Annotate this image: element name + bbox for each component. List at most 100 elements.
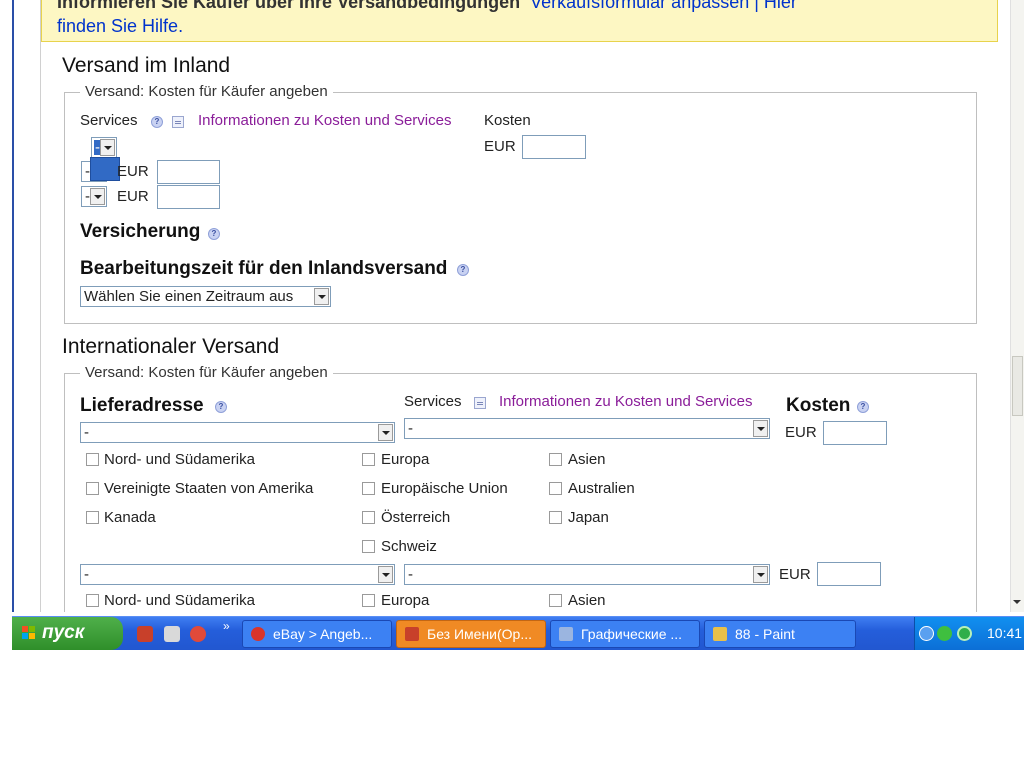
region-checkbox[interactable] xyxy=(549,511,562,524)
international-cost-input-2[interactable] xyxy=(817,562,881,586)
region-label: Nord- und Südamerika xyxy=(104,592,255,609)
task-paint[interactable]: 88 - Paint xyxy=(704,620,856,648)
insurance-label: Versicherung xyxy=(80,221,201,242)
select-value: - xyxy=(84,424,89,441)
vertical-scrollbar[interactable] xyxy=(1010,0,1024,612)
select-value: Wählen Sie einen Zeitraum aus xyxy=(84,288,294,305)
international-heading: Internationaler Versand xyxy=(62,335,280,358)
banner-link-help[interactable]: finden Sie Hilfe. xyxy=(57,16,183,37)
task-label: eBay > Angeb... xyxy=(273,626,373,642)
task-label: 88 - Paint xyxy=(735,626,795,642)
address-select[interactable]: - xyxy=(80,422,395,443)
international-legend: Versand: Kosten für Käufer angeben xyxy=(80,364,333,381)
domestic-row2-currency: EUR xyxy=(117,188,149,205)
quicklaunch-more-icon[interactable]: » xyxy=(223,619,230,633)
domestic-row2-cost-input[interactable] xyxy=(157,185,220,209)
chevron-down-icon xyxy=(314,288,329,305)
chevron-down-icon xyxy=(753,420,768,437)
region-checkbox[interactable] xyxy=(86,594,99,607)
start-button[interactable]: пуск xyxy=(12,617,123,650)
tray-expand-icon[interactable] xyxy=(919,626,934,641)
region-label: Österreich xyxy=(381,509,451,526)
region-label: Schweiz xyxy=(381,538,437,555)
domestic-services-label: Services xyxy=(80,112,138,129)
domestic-heading: Versand im Inland xyxy=(62,54,231,77)
help-icon[interactable]: ? xyxy=(857,401,869,413)
tray-network-icon[interactable] xyxy=(957,626,972,641)
region-checkbox[interactable] xyxy=(86,482,99,495)
region-checkbox[interactable] xyxy=(362,482,375,495)
international-service-select[interactable]: - xyxy=(404,418,770,439)
banner-text: Informieren Sie Käufer über Ihre Versand… xyxy=(57,0,521,12)
clock: 10:41 xyxy=(987,625,1023,641)
help-icon[interactable]: ? xyxy=(215,401,227,413)
international-cost-input[interactable] xyxy=(823,421,887,445)
region-checkbox[interactable] xyxy=(362,511,375,524)
task-label: Без Имени(Ор... xyxy=(427,626,533,642)
region-checkbox[interactable] xyxy=(549,594,562,607)
system-tray: 10:41 xyxy=(914,617,1024,650)
opera-icon xyxy=(251,627,265,641)
region-checkbox[interactable] xyxy=(362,540,375,553)
windows-logo-icon xyxy=(22,626,36,640)
info-icon[interactable] xyxy=(474,397,486,409)
info-banner: Informieren Sie Käufer über Ihre Versand… xyxy=(41,0,998,42)
start-label: пуск xyxy=(42,622,85,643)
region-label: Europa xyxy=(381,451,430,468)
domestic-currency-label: EUR xyxy=(484,138,516,155)
address-label: Lieferadresse xyxy=(80,395,204,416)
handling-time-select[interactable]: Wählen Sie einen Zeitraum aus xyxy=(80,286,331,307)
region-label: Japan xyxy=(568,509,609,526)
help-icon[interactable]: ? xyxy=(457,264,469,276)
region-checkbox[interactable] xyxy=(549,453,562,466)
folder-icon xyxy=(559,627,573,641)
help-icon[interactable]: ? xyxy=(208,228,220,240)
region-checkbox[interactable] xyxy=(362,594,375,607)
dropdown-highlight xyxy=(90,157,120,181)
domestic-info-link[interactable]: Informationen zu Kosten und Services xyxy=(198,112,451,129)
chevron-down-icon xyxy=(378,566,393,583)
help-icon[interactable]: ? xyxy=(151,116,163,128)
left-frame xyxy=(0,0,12,612)
address-select-2[interactable]: - xyxy=(80,564,395,585)
domestic-legend: Versand: Kosten für Käufer angeben xyxy=(80,83,333,100)
quicklaunch-tool-icon[interactable] xyxy=(164,626,180,642)
info-icon[interactable] xyxy=(172,116,184,128)
select-value: - xyxy=(84,566,89,583)
select-value: - xyxy=(408,420,413,437)
taskbar: пуск » eBay > Angeb... Без Имени(Ор... Г… xyxy=(12,616,1024,650)
banner-link-customize[interactable]: Verkaufsformular anpassen | Hier xyxy=(530,0,797,12)
quicklaunch-browser-icon[interactable] xyxy=(190,626,206,642)
scroll-down-icon[interactable] xyxy=(1012,596,1023,610)
region-checkbox[interactable] xyxy=(362,453,375,466)
tray-app-icon[interactable] xyxy=(937,626,952,641)
domestic-row1-currency: EUR xyxy=(117,163,149,180)
domestic-cost-input[interactable] xyxy=(522,135,586,159)
task-graphics[interactable]: Графические ... xyxy=(550,620,700,648)
task-label: Графические ... xyxy=(581,626,683,642)
region-checkbox[interactable] xyxy=(86,511,99,524)
region-label: Europa xyxy=(381,592,430,609)
task-ebay[interactable]: eBay > Angeb... xyxy=(242,620,392,648)
chevron-down-icon xyxy=(378,424,393,441)
browser-page: Informieren Sie Käufer über Ihre Versand… xyxy=(14,0,1010,612)
region-label: Australien xyxy=(568,480,635,497)
scrollbar-thumb[interactable] xyxy=(1012,356,1023,416)
international-service-select-2[interactable]: - xyxy=(404,564,770,585)
domestic-row2-select[interactable]: - xyxy=(81,186,107,207)
region-checkbox[interactable] xyxy=(549,482,562,495)
international-currency-label: EUR xyxy=(785,424,817,441)
region-checkbox[interactable] xyxy=(86,453,99,466)
task-untitled[interactable]: Без Имени(Ор... xyxy=(396,620,546,648)
region-label: Kanada xyxy=(104,509,156,526)
international-info-link[interactable]: Informationen zu Kosten und Services xyxy=(499,393,752,410)
domestic-service-select[interactable]: - xyxy=(91,137,117,158)
region-label: Nord- und Südamerika xyxy=(104,451,255,468)
international-cost-label: Kosten xyxy=(786,395,851,416)
chevron-down-icon xyxy=(90,188,105,205)
region-label: Asien xyxy=(568,451,606,468)
domestic-row1-cost-input[interactable] xyxy=(157,160,220,184)
app-icon xyxy=(405,627,419,641)
quicklaunch-app-icon[interactable] xyxy=(137,626,153,642)
paint-icon xyxy=(713,627,727,641)
